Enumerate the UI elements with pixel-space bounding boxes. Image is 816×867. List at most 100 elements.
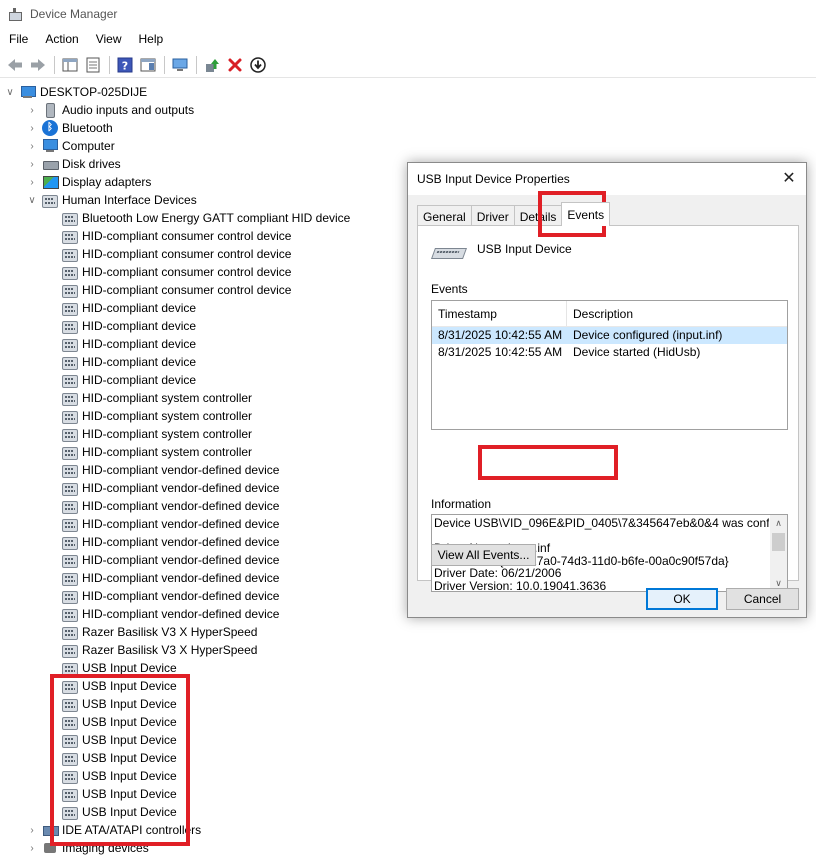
tab-details[interactable]: Details bbox=[513, 205, 563, 226]
hid-device-item[interactable]: Razer Basilisk V3 X HyperSpeed bbox=[58, 623, 257, 641]
expand-chevron-icon[interactable]: › bbox=[26, 137, 38, 155]
tree-root[interactable]: ∨ DESKTOP-025DIJE bbox=[4, 83, 147, 101]
table-row[interactable]: 8/31/2025 10:42:55 AM Device started (Hi… bbox=[432, 344, 787, 361]
hid-device-item[interactable]: HID-compliant consumer control device bbox=[58, 263, 291, 281]
event-description: Device started (HidUsb) bbox=[573, 345, 701, 359]
back-icon[interactable] bbox=[4, 54, 26, 76]
menu-file[interactable]: File bbox=[0, 30, 36, 50]
tree-category-label: Bluetooth bbox=[62, 121, 113, 135]
forward-icon[interactable] bbox=[27, 54, 49, 76]
hid-device-item[interactable]: HID-compliant vendor-defined device bbox=[58, 587, 279, 605]
tab-driver[interactable]: Driver bbox=[470, 205, 515, 226]
properties-icon[interactable] bbox=[82, 54, 104, 76]
hid-device-icon bbox=[62, 248, 78, 262]
hid-device-item[interactable]: HID-compliant system controller bbox=[58, 443, 252, 461]
column-timestamp[interactable]: Timestamp bbox=[432, 301, 567, 326]
uninstall-icon[interactable] bbox=[224, 54, 246, 76]
hid-device-item[interactable]: HID-compliant system controller bbox=[58, 425, 252, 443]
hid-device-item[interactable]: HID-compliant vendor-defined device bbox=[58, 515, 279, 533]
hid-device-item[interactable]: HID-compliant consumer control device bbox=[58, 245, 291, 263]
hid-device-item[interactable]: HID-compliant vendor-defined device bbox=[58, 497, 279, 515]
toolbar-separator bbox=[196, 55, 197, 74]
tree-category-imaging[interactable]: › Imaging devices bbox=[26, 839, 148, 857]
tree-category-bluetooth[interactable]: › ᛒ Bluetooth bbox=[26, 119, 113, 137]
information-scrollbar[interactable]: ∧ ∨ bbox=[770, 515, 787, 591]
update-driver-icon[interactable] bbox=[201, 54, 223, 76]
expand-chevron-icon[interactable]: › bbox=[26, 173, 38, 191]
scroll-thumb[interactable] bbox=[772, 533, 785, 551]
scan-hardware-icon[interactable] bbox=[169, 54, 191, 76]
hid-device-label: HID-compliant device bbox=[82, 337, 197, 351]
column-description[interactable]: Description bbox=[567, 301, 767, 326]
hid-device-icon bbox=[62, 680, 78, 694]
cancel-button[interactable]: Cancel bbox=[726, 588, 799, 610]
hid-device-item[interactable]: USB Input Device bbox=[58, 659, 177, 677]
tree-category-disk-drives[interactable]: › Disk drives bbox=[26, 155, 120, 173]
device-name: USB Input Device bbox=[477, 242, 572, 256]
hid-device-icon bbox=[62, 500, 78, 514]
hid-device-item[interactable]: HID-compliant consumer control device bbox=[58, 227, 291, 245]
hid-device-item[interactable]: HID-compliant vendor-defined device bbox=[58, 569, 279, 587]
hid-device-item[interactable]: HID-compliant device bbox=[58, 317, 196, 335]
hid-device-item[interactable]: USB Input Device bbox=[58, 749, 177, 767]
hid-device-item[interactable]: HID-compliant vendor-defined device bbox=[58, 605, 279, 623]
action-pane-icon[interactable] bbox=[137, 54, 159, 76]
hid-device-item[interactable]: HID-compliant system controller bbox=[58, 389, 252, 407]
hid-device-item[interactable]: HID-compliant vendor-defined device bbox=[58, 461, 279, 479]
help-icon[interactable]: ? bbox=[114, 54, 136, 76]
hid-device-label: HID-compliant device bbox=[82, 319, 197, 333]
menu-help[interactable]: Help bbox=[130, 30, 172, 50]
ok-button[interactable]: OK bbox=[646, 588, 718, 610]
collapse-chevron-icon[interactable]: ∨ bbox=[26, 191, 38, 209]
hid-device-label: Razer Basilisk V3 X HyperSpeed bbox=[82, 643, 258, 657]
tree-category-ide[interactable]: › IDE ATA/ATAPI controllers bbox=[26, 821, 201, 839]
hid-device-item[interactable]: HID-compliant device bbox=[58, 335, 196, 353]
hid-device-icon bbox=[62, 356, 78, 370]
menu-action[interactable]: Action bbox=[36, 30, 86, 50]
hid-device-item[interactable]: HID-compliant device bbox=[58, 371, 196, 389]
tree-category-display-adapters[interactable]: › Display adapters bbox=[26, 173, 151, 191]
hid-device-item[interactable]: USB Input Device bbox=[58, 731, 177, 749]
hid-device-item[interactable]: HID-compliant consumer control device bbox=[58, 281, 291, 299]
hid-device-icon bbox=[62, 644, 78, 658]
hid-device-item[interactable]: HID-compliant system controller bbox=[58, 407, 252, 425]
tab-general[interactable]: General bbox=[417, 205, 472, 226]
scroll-up-icon[interactable]: ∧ bbox=[770, 515, 787, 531]
hid-device-item[interactable]: USB Input Device bbox=[58, 695, 177, 713]
hid-device-label: HID-compliant system controller bbox=[82, 409, 253, 423]
hid-device-item[interactable]: USB Input Device bbox=[58, 713, 177, 731]
hid-device-item[interactable]: USB Input Device bbox=[58, 803, 177, 821]
expand-chevron-icon[interactable]: › bbox=[26, 119, 38, 137]
hid-device-item[interactable]: HID-compliant vendor-defined device bbox=[58, 479, 279, 497]
table-row[interactable]: 8/31/2025 10:42:55 AM Device configured … bbox=[432, 327, 787, 344]
hid-device-item[interactable]: USB Input Device bbox=[58, 785, 177, 803]
hid-device-label: HID-compliant consumer control device bbox=[82, 247, 292, 261]
tree-category-computer[interactable]: › Computer bbox=[26, 137, 115, 155]
hid-device-item[interactable]: Razer Basilisk V3 X HyperSpeed bbox=[58, 641, 257, 659]
tree-category-hid[interactable]: ∨ Human Interface Devices bbox=[26, 191, 197, 209]
toolbar: ? bbox=[0, 52, 816, 78]
close-icon[interactable]: ✕ bbox=[772, 163, 806, 193]
show-hide-console-tree-icon[interactable] bbox=[59, 54, 81, 76]
hid-device-item[interactable]: Bluetooth Low Energy GATT compliant HID … bbox=[58, 209, 350, 227]
events-table[interactable]: Timestamp Description 8/31/2025 10:42:55… bbox=[431, 300, 788, 430]
hid-device-icon bbox=[62, 446, 78, 460]
hid-device-item[interactable]: HID-compliant device bbox=[58, 299, 196, 317]
hid-device-item[interactable]: HID-compliant device bbox=[58, 353, 196, 371]
tree-category-label: IDE ATA/ATAPI controllers bbox=[62, 823, 202, 837]
hid-device-item[interactable]: HID-compliant vendor-defined device bbox=[58, 533, 279, 551]
hid-device-item[interactable]: USB Input Device bbox=[58, 677, 177, 695]
expand-chevron-icon[interactable]: › bbox=[26, 839, 38, 857]
expand-chevron-icon[interactable]: › bbox=[26, 101, 38, 119]
tab-events[interactable]: Events bbox=[561, 202, 611, 226]
menu-view[interactable]: View bbox=[87, 30, 130, 50]
menu-bar: File Action View Help bbox=[0, 30, 171, 50]
hid-device-item[interactable]: HID-compliant vendor-defined device bbox=[58, 551, 279, 569]
collapse-chevron-icon[interactable]: ∨ bbox=[4, 83, 16, 101]
disable-icon[interactable] bbox=[247, 54, 269, 76]
tree-category-audio[interactable]: › Audio inputs and outputs bbox=[26, 101, 194, 119]
hid-device-item[interactable]: USB Input Device bbox=[58, 767, 177, 785]
expand-chevron-icon[interactable]: › bbox=[26, 821, 38, 839]
view-all-events-button[interactable]: View All Events... bbox=[431, 544, 536, 566]
expand-chevron-icon[interactable]: › bbox=[26, 155, 38, 173]
